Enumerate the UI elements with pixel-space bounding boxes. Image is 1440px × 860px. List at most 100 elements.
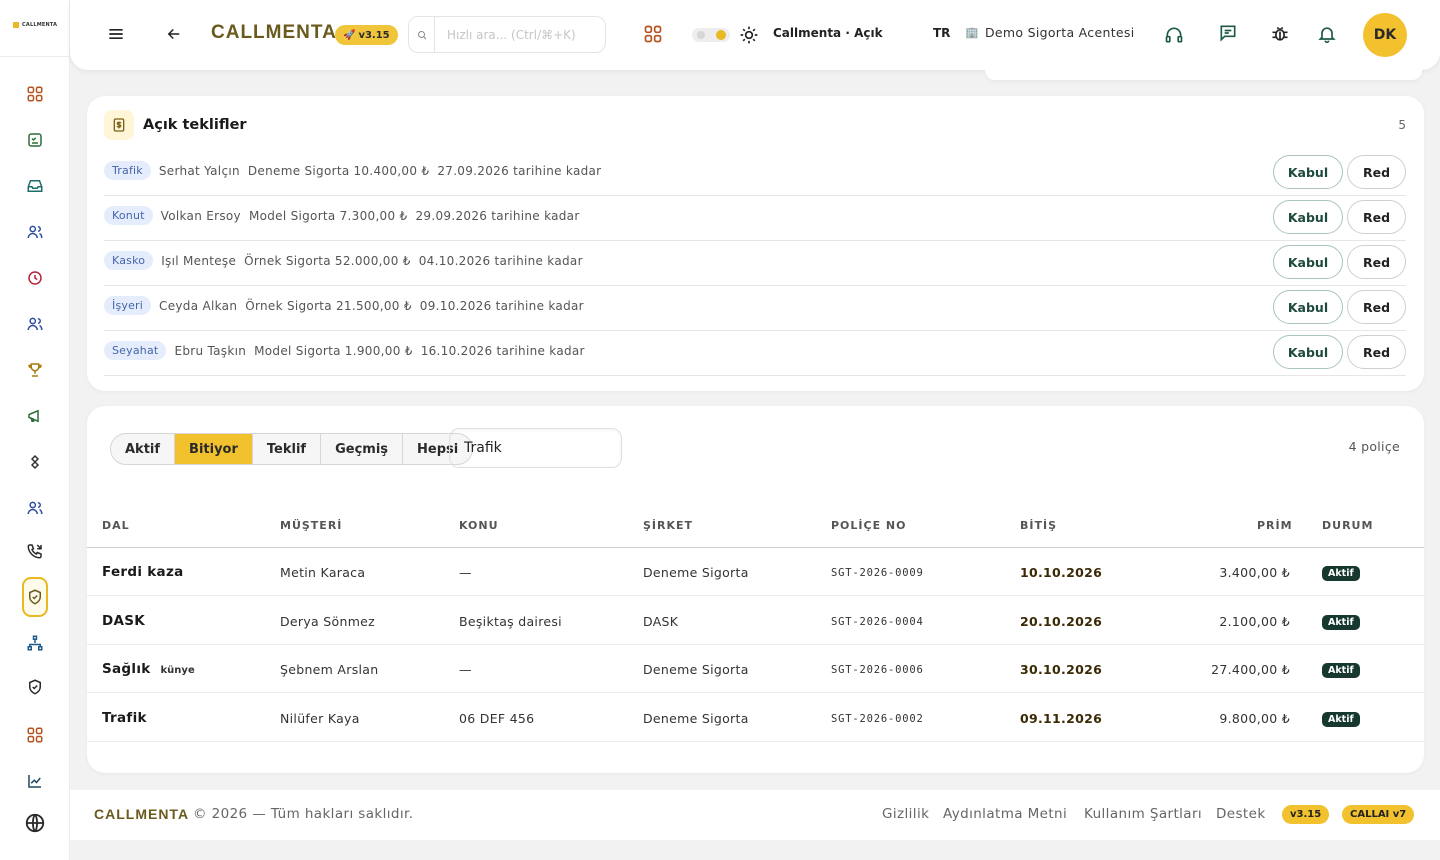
column-header-policy-no[interactable]: POLİÇE NO [831, 519, 907, 532]
column-header-subject[interactable]: KONU [459, 519, 499, 532]
column-header-dal[interactable]: DAL [102, 519, 130, 532]
sidebar-item-team[interactable] [22, 311, 48, 337]
column-header-end-date[interactable]: BİTİŞ [1020, 519, 1057, 532]
dashboard-icon [27, 86, 43, 102]
offers-title: Açık teklifler [143, 117, 247, 133]
footer-version-badge: v3.15 [1282, 805, 1330, 824]
support-button[interactable] [1164, 25, 1184, 45]
offer-valid-until: 29.09.2026 tarihine kadar [415, 208, 580, 223]
sidebar-item-campaigns[interactable] [22, 403, 48, 429]
kunye-tag[interactable]: künye [161, 665, 195, 676]
table-row[interactable]: DASK Derya Sönmez Beşiktaş dairesi DASK … [87, 597, 1424, 645]
theme-toggle[interactable] [692, 28, 730, 42]
tab-offer[interactable]: Teklif [253, 434, 322, 464]
clock-icon [28, 271, 42, 285]
sidebar-item-organization[interactable] [22, 630, 48, 656]
cell-premium: 27.400,00 ₺ [1211, 662, 1290, 677]
offer-dal-chip: Seyahat [104, 341, 167, 360]
offer-dal-chip: Kasko [104, 251, 154, 270]
sidebar-item-apps[interactable] [22, 722, 48, 748]
cell-customer: Metin Karaca [280, 565, 366, 580]
reject-offer-button[interactable]: Red [1347, 155, 1406, 189]
offer-customer: Ebru Taşkın [174, 343, 247, 358]
offer-customer: Ceyda Alkan [159, 298, 238, 313]
offer-valid-until: 27.09.2026 tarihine kadar [437, 163, 602, 178]
cell-premium: 9.800,00 ₺ [1219, 711, 1290, 726]
tab-active[interactable]: Aktif [111, 434, 176, 464]
accept-offer-button[interactable]: Kabul [1273, 290, 1343, 324]
footer-link-privacy[interactable]: Gizlilik [882, 806, 929, 822]
menu-button[interactable] [106, 24, 126, 44]
status-badge: Aktif [1322, 566, 1360, 581]
sidebar-item-calls[interactable] [22, 538, 48, 564]
accept-offer-button[interactable]: Kabul [1273, 200, 1343, 234]
avatar[interactable]: DK [1363, 13, 1407, 57]
language-switch[interactable]: TR [933, 26, 950, 40]
policy-status-tabs: Aktif Bitiyor Teklif Geçmiş Hepsi [110, 433, 474, 465]
cell-policy-no: SGT-2026-0002 [831, 713, 924, 725]
column-header-company[interactable]: ŞİRKET [643, 519, 693, 532]
footer-link-terms[interactable]: Kullanım Şartları [1084, 806, 1202, 822]
sidebar-item-customers[interactable] [22, 219, 48, 245]
sidebar-item-reports[interactable] [22, 768, 48, 794]
sidebar-item-policies[interactable] [22, 577, 48, 617]
cell-company: DASK [643, 614, 679, 629]
building-icon: 🏢 [965, 26, 979, 39]
logo[interactable]: CALLMENTA [13, 22, 57, 28]
sidebar-item-integrations[interactable] [22, 449, 48, 475]
sidebar-item-dashboard[interactable] [22, 81, 48, 107]
reject-offer-button[interactable]: Red [1347, 290, 1406, 324]
footer-link-support[interactable]: Destek [1216, 806, 1266, 822]
notifications-button[interactable] [1317, 24, 1337, 44]
table-row[interactable]: Ferdi kaza Metin Karaca — Deneme Sigorta… [87, 548, 1424, 596]
cell-end-date: 09.11.2026 [1020, 711, 1103, 726]
rocket-icon: 🚀 [343, 29, 356, 41]
back-button[interactable] [165, 25, 183, 43]
theme-label: Callmenta · Açık [773, 26, 883, 40]
offer-amount: 21.500,00 ₺ [335, 298, 412, 313]
sidebar-item-language[interactable] [22, 810, 48, 836]
search-icon[interactable] [409, 17, 435, 52]
globe-icon [25, 813, 45, 833]
accept-offer-button[interactable]: Kabul [1273, 245, 1343, 279]
sidebar-item-leaderboard[interactable] [22, 357, 48, 383]
reject-offer-button[interactable]: Red [1347, 245, 1406, 279]
column-header-status[interactable]: DURUM [1322, 519, 1373, 532]
search-box [408, 16, 606, 53]
search-input[interactable] [447, 27, 597, 42]
column-header-premium[interactable]: PRİM [1257, 519, 1293, 532]
customers-icon [27, 225, 43, 239]
footer-copyright: © 2026 — Tüm hakları saklıdır. [193, 806, 414, 822]
org-icon [27, 635, 43, 651]
agency-selector[interactable]: 🏢 Demo Sigorta Acentesi [965, 25, 1134, 40]
accept-offer-button[interactable]: Kabul [1273, 335, 1343, 369]
reject-offer-button[interactable]: Red [1347, 335, 1406, 369]
cell-subject: — [459, 565, 472, 580]
table-row[interactable]: Trafik Nilüfer Kaya 06 DEF 456 Deneme Si… [87, 694, 1424, 742]
cell-customer: Nilüfer Kaya [280, 711, 360, 726]
column-header-customer[interactable]: MÜŞTERİ [280, 519, 342, 532]
footer-link-disclosure[interactable]: Aydınlatma Metni [943, 806, 1067, 822]
sidebar-item-inbox[interactable] [22, 173, 48, 199]
tab-expiring[interactable]: Bitiyor [175, 434, 253, 464]
messages-button[interactable] [1218, 23, 1238, 43]
brand-title[interactable]: CALLMENTA [211, 22, 337, 44]
sidebar-item-tasks[interactable] [22, 127, 48, 153]
status-badge: Aktif [1322, 663, 1360, 678]
policy-filter-input[interactable] [464, 440, 614, 456]
apps-grid-button[interactable] [643, 24, 663, 44]
bug-report-button[interactable] [1270, 24, 1290, 44]
megaphone-icon [28, 409, 39, 423]
table-row[interactable]: Sağlık künye Şebnem Arslan — Deneme Sigor… [87, 645, 1424, 693]
reject-offer-button[interactable]: Red [1347, 200, 1406, 234]
sidebar-divider [0, 56, 70, 57]
policy-filter-box [449, 428, 622, 468]
accept-offer-button[interactable]: Kabul [1273, 155, 1343, 189]
cell-dal: DASK [102, 613, 146, 629]
tab-history[interactable]: Geçmiş [321, 434, 404, 464]
cell-policy-no: SGT-2026-0006 [831, 664, 924, 676]
sidebar-item-security[interactable] [22, 674, 48, 700]
sidebar-item-reminders[interactable] [22, 265, 48, 291]
sidebar-item-users[interactable] [22, 495, 48, 521]
offer-row: Kasko Işıl Menteşe Örnek Sigorta 52.000,… [104, 241, 1406, 286]
